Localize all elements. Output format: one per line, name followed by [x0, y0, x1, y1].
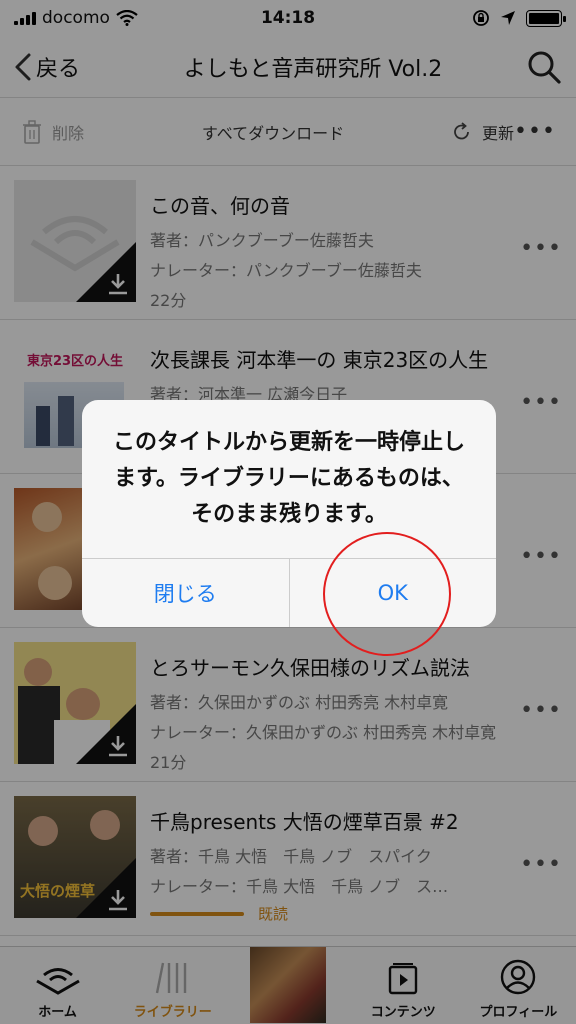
ok-highlight-circle — [323, 532, 451, 656]
dialog-message: このタイトルから更新を一時停止します。ライブラリーにあるものは、そのまま残ります… — [112, 430, 465, 527]
close-button[interactable]: 閉じる — [82, 559, 289, 627]
